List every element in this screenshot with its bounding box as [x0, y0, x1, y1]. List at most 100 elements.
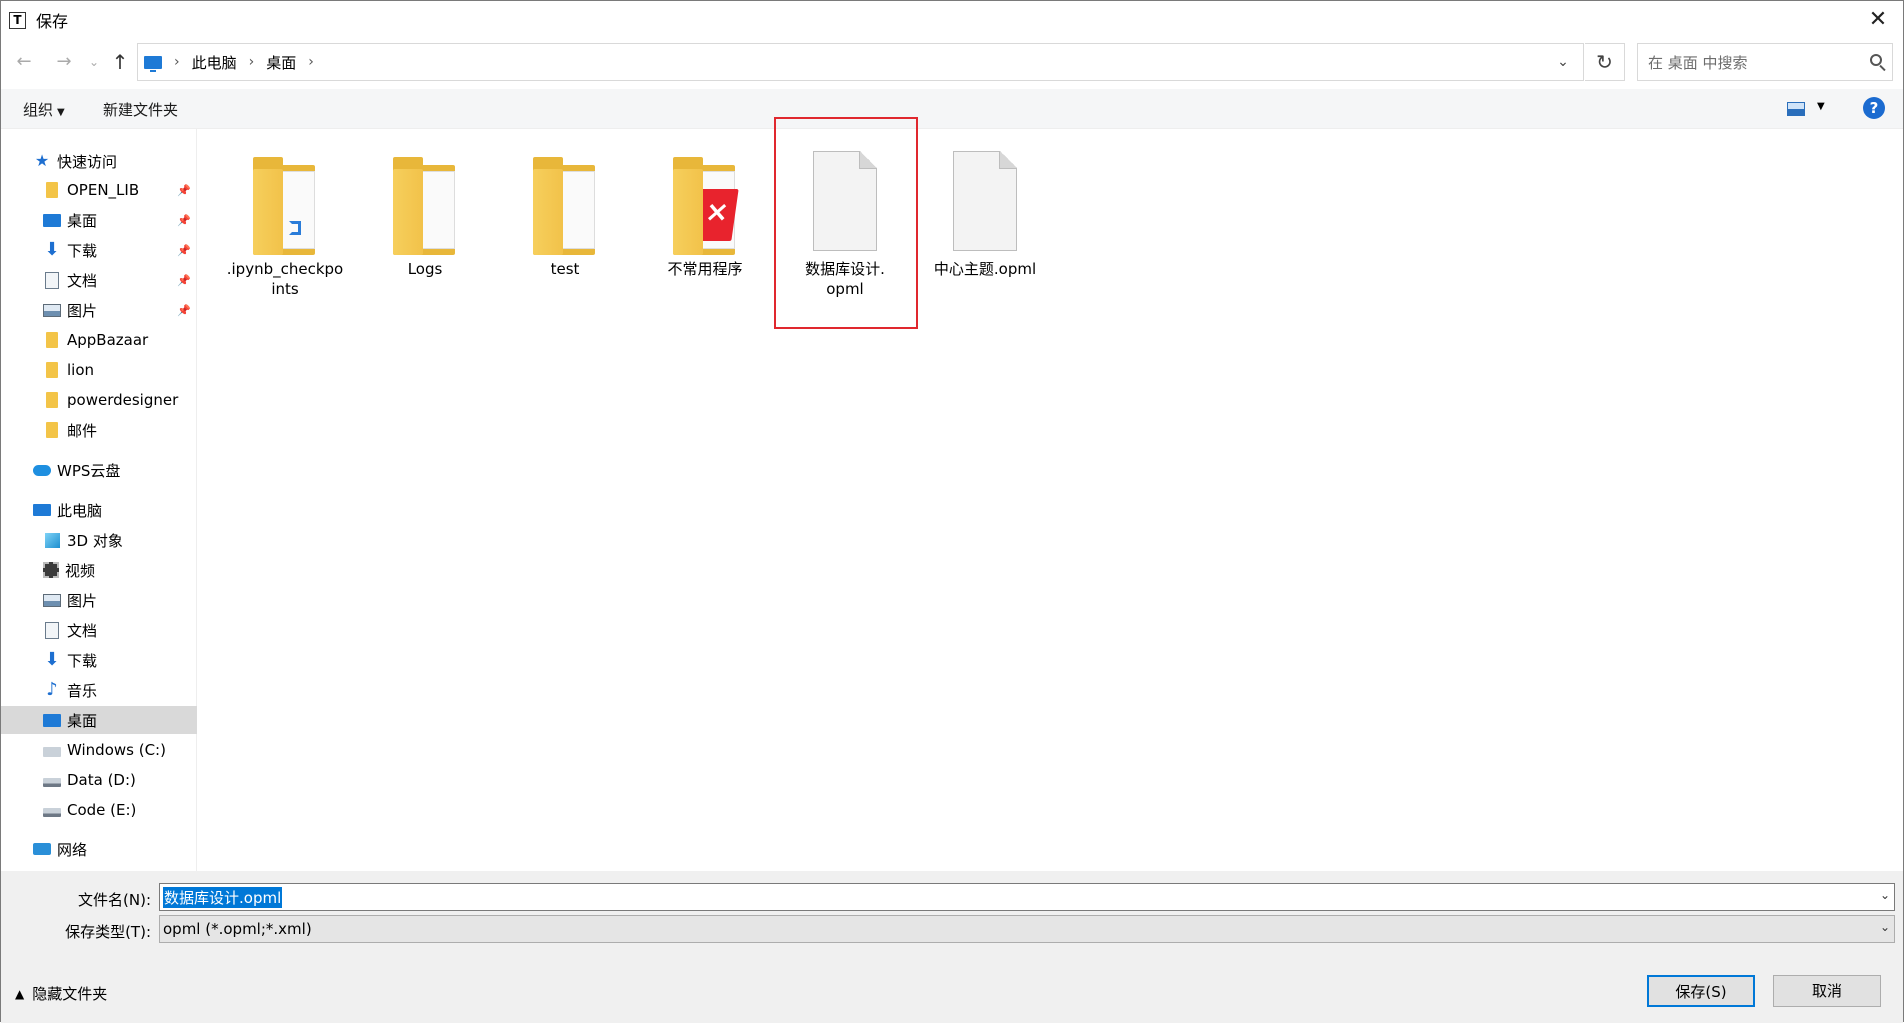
- filename-label: 文件名(N):: [78, 891, 151, 909]
- sidebar-item-powerdesigner[interactable]: powerdesigner: [1, 386, 197, 414]
- sidebar-item-label: 3D 对象: [67, 531, 123, 550]
- file-item-logs[interactable]: Logs: [356, 149, 494, 279]
- document-icon: [45, 271, 59, 289]
- refresh-button[interactable]: ↻: [1585, 43, 1625, 81]
- address-history-button[interactable]: ⌄: [1543, 44, 1583, 80]
- back-button[interactable]: ←: [11, 49, 37, 75]
- sidebar-item-quick-access[interactable]: ★ 快速访问: [1, 147, 197, 175]
- file-item-ipynb-checkpoints[interactable]: .ipynb_checkpo ints: [216, 149, 354, 299]
- sidebar-item-wps-cloud[interactable]: WPS云盘: [1, 456, 197, 484]
- picture-icon: [43, 303, 61, 317]
- refresh-icon: ↻: [1596, 50, 1613, 74]
- desktop-icon: [43, 713, 61, 727]
- window-title: 保存: [36, 12, 69, 31]
- sidebar-item-desktop-pinned[interactable]: 桌面 📌: [1, 206, 197, 234]
- sidebar-item-pictures[interactable]: 图片: [1, 586, 197, 614]
- new-folder-label: 新建文件夹: [103, 101, 179, 119]
- sidebar-item-open-lib[interactable]: OPEN_LIB 📌: [1, 176, 197, 204]
- breadcrumb-desktop[interactable]: 桌面: [266, 52, 296, 73]
- sidebar-item-this-pc[interactable]: 此电脑: [1, 496, 197, 524]
- breadcrumb-separator-icon[interactable]: ›: [308, 54, 314, 70]
- chevron-down-icon: ⌄: [88, 55, 100, 69]
- hide-folders-label: 隐藏文件夹: [32, 985, 108, 1003]
- sidebar-item-label: 网络: [57, 840, 88, 859]
- computer-icon: [33, 504, 51, 516]
- filename-input[interactable]: 数据库设计.opml ⌄: [159, 883, 1895, 911]
- close-button[interactable]: ✕: [1863, 5, 1893, 35]
- new-folder-button[interactable]: 新建文件夹: [103, 99, 178, 120]
- sidebar-item-lion[interactable]: lion: [1, 356, 197, 384]
- highlight-annotation-box: [774, 117, 918, 329]
- sidebar-item-pictures-pinned[interactable]: 图片 📌: [1, 296, 197, 324]
- sidebar-item-documents[interactable]: 文档: [1, 616, 197, 644]
- save-dialog: T 保存 ✕ ← → ⌄ ↑ › 此电脑 › 桌面 › ⌄ ↻ 在 桌面 中搜索…: [0, 0, 1904, 1023]
- breadcrumb-this-pc[interactable]: 此电脑: [192, 52, 237, 73]
- sidebar-item-documents-pinned[interactable]: 文档 📌: [1, 266, 197, 294]
- hide-folders-toggle[interactable]: ▲ 隐藏文件夹: [15, 983, 107, 1004]
- pin-icon[interactable]: 📌: [177, 184, 191, 197]
- folder-icon: [46, 392, 58, 408]
- sidebar-item-music[interactable]: ♪ 音乐: [1, 676, 197, 704]
- organize-label: 组织: [23, 101, 54, 119]
- app-icon: T: [9, 11, 26, 29]
- cancel-button[interactable]: 取消: [1773, 975, 1881, 1007]
- sidebar-item-label: 桌面: [67, 711, 98, 730]
- address-bar[interactable]: › 此电脑 › 桌面 › ⌄: [137, 43, 1584, 81]
- forward-button[interactable]: →: [51, 49, 77, 75]
- folder-icon: [377, 149, 473, 255]
- sidebar-item-drive-c[interactable]: Windows (C:): [1, 736, 197, 764]
- navigation-pane[interactable]: ★ 快速访问 OPEN_LIB 📌 桌面 📌 ⬇ 下载 📌 文档 📌 图片 📌: [1, 129, 197, 871]
- drive-icon: [43, 807, 61, 817]
- document-icon: [45, 621, 59, 639]
- network-icon: [33, 843, 51, 855]
- filetype-select[interactable]: opml (*.opml;*.xml) ⌄: [159, 915, 1895, 943]
- dropdown-arrow-icon[interactable]: ▼: [1817, 101, 1825, 112]
- pin-icon[interactable]: 📌: [177, 304, 191, 317]
- file-name: Logs: [407, 260, 443, 278]
- sidebar-item-label: powerdesigner: [67, 391, 179, 409]
- file-list-view[interactable]: .ipynb_checkpo ints Logs test × 不常用程序 数据…: [198, 129, 1904, 871]
- breadcrumb-separator-icon: ›: [174, 54, 180, 70]
- up-button[interactable]: ↑: [107, 49, 133, 75]
- filetype-value: opml (*.opml;*.xml): [163, 920, 312, 938]
- command-toolbar: 组织 ▼ 新建文件夹 ▼ ?: [1, 89, 1903, 129]
- pin-icon[interactable]: 📌: [177, 244, 191, 257]
- search-input[interactable]: 在 桌面 中搜索: [1637, 43, 1893, 81]
- sidebar-item-appbazaar[interactable]: AppBazaar: [1, 326, 197, 354]
- download-icon: ⬇: [44, 649, 60, 670]
- sidebar-item-videos[interactable]: 视频: [1, 556, 197, 584]
- organize-button[interactable]: 组织 ▼: [23, 99, 65, 120]
- save-button[interactable]: 保存(S): [1647, 975, 1755, 1007]
- sidebar-item-drive-e[interactable]: Code (E:): [1, 796, 197, 824]
- chevron-down-icon[interactable]: ⌄: [1880, 888, 1890, 902]
- sidebar-item-label: lion: [67, 361, 95, 379]
- pin-icon[interactable]: 📌: [177, 274, 191, 287]
- folder-icon: [46, 182, 58, 198]
- arrow-left-icon: ←: [16, 51, 32, 72]
- filename-value: 数据库设计.opml: [163, 886, 283, 908]
- computer-icon: [144, 55, 162, 72]
- folder-icon: [657, 149, 753, 255]
- view-options-icon[interactable]: [1787, 102, 1805, 116]
- sidebar-item-3d-objects[interactable]: 3D 对象: [1, 526, 197, 554]
- sidebar-item-label: WPS云盘: [57, 461, 121, 480]
- sidebar-item-desktop[interactable]: 桌面: [1, 706, 197, 734]
- pin-icon[interactable]: 📌: [177, 214, 191, 227]
- help-icon[interactable]: ?: [1863, 97, 1885, 119]
- sidebar-item-drive-d[interactable]: Data (D:): [1, 766, 197, 794]
- file-item-test[interactable]: test: [496, 149, 634, 279]
- desktop-icon: [43, 213, 61, 227]
- search-icon[interactable]: [1870, 54, 1882, 66]
- recent-locations-button[interactable]: ⌄: [81, 49, 107, 75]
- sidebar-item-network[interactable]: 网络: [1, 835, 197, 863]
- filetype-label: 保存类型(T):: [65, 923, 151, 941]
- file-item-central-topic-opml[interactable]: 中心主题.opml: [916, 149, 1054, 279]
- file-item-rarely-used-programs[interactable]: 不常用程序: [636, 149, 774, 279]
- chevron-up-icon: ▲: [15, 986, 25, 1001]
- sidebar-item-mail[interactable]: 邮件: [1, 416, 197, 444]
- sidebar-item-downloads-pinned[interactable]: ⬇ 下载 📌: [1, 236, 197, 264]
- sidebar-item-label: AppBazaar: [67, 331, 149, 349]
- sidebar-item-downloads[interactable]: ⬇ 下载: [1, 646, 197, 674]
- folder-icon: [237, 149, 333, 255]
- sidebar-item-label: Code (E:): [67, 801, 137, 819]
